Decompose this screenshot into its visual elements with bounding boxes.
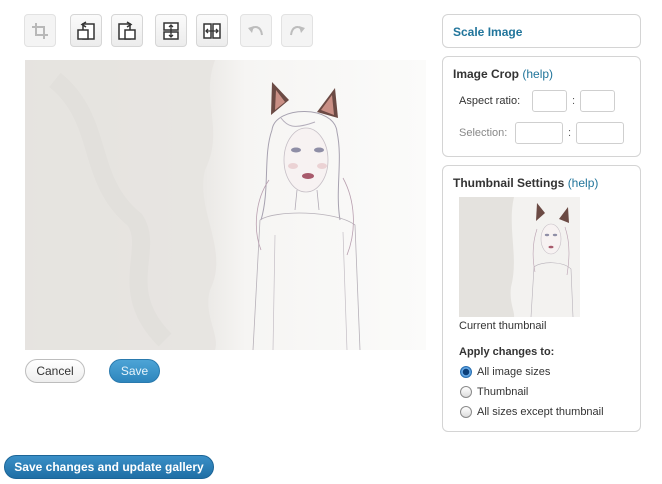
aspect-ratio-height-input[interactable] <box>580 90 615 112</box>
selection-height-input[interactable] <box>576 122 624 144</box>
selection-width-input[interactable] <box>515 122 563 144</box>
image-crop-help-link[interactable]: (help) <box>522 67 553 81</box>
apply-except-thumbnail-option[interactable]: All sizes except thumbnail <box>460 406 604 418</box>
rotate-clockwise-button[interactable] <box>111 14 143 47</box>
selection-label: Selection: <box>459 127 508 139</box>
selection-separator: : <box>568 127 572 139</box>
save-and-update-gallery-button[interactable]: Save changes and update gallery <box>4 455 214 479</box>
apply-thumbnail-label: Thumbnail <box>477 386 529 398</box>
image-crop-title: Image Crop (help) <box>453 67 553 81</box>
radio-unchecked-icon[interactable] <box>460 406 472 418</box>
thumbnail-settings-title-text: Thumbnail Settings <box>453 176 565 190</box>
thumbnail-settings-help-link[interactable]: (help) <box>568 176 599 190</box>
image-preview[interactable] <box>25 60 426 350</box>
cancel-button[interactable]: Cancel <box>25 359 85 383</box>
thumbnail-settings-title: Thumbnail Settings (help) <box>453 176 598 190</box>
crop-icon <box>32 22 48 39</box>
thumbnail-artwork <box>459 197 580 317</box>
image-crop-panel: Image Crop (help) Aspect ratio: : Select… <box>442 56 641 157</box>
image-crop-title-text: Image Crop <box>453 67 520 81</box>
current-thumbnail-caption: Current thumbnail <box>459 320 547 332</box>
flip-vertical-button[interactable] <box>155 14 187 47</box>
undo-icon <box>248 25 263 35</box>
flip-horizontal-button[interactable] <box>196 14 228 47</box>
aspect-ratio-separator: : <box>572 95 576 107</box>
apply-except-thumbnail-label: All sizes except thumbnail <box>477 406 604 418</box>
radio-checked-icon[interactable] <box>460 366 472 378</box>
current-thumbnail-image <box>459 197 580 317</box>
rotate-counterclockwise-button[interactable] <box>70 14 102 47</box>
save-button[interactable]: Save <box>109 359 160 383</box>
aspect-ratio-width-input[interactable] <box>532 90 567 112</box>
flip-horizontal-icon <box>203 22 221 39</box>
scale-image-toggle[interactable]: Scale Image <box>453 25 522 39</box>
undo-button[interactable] <box>240 14 272 47</box>
redo-button[interactable] <box>281 14 313 47</box>
apply-changes-label: Apply changes to: <box>459 346 555 358</box>
scale-image-panel[interactable]: Scale Image <box>442 14 641 48</box>
crop-button[interactable] <box>24 14 56 47</box>
flip-vertical-icon <box>163 21 179 40</box>
apply-thumbnail-option[interactable]: Thumbnail <box>460 386 528 398</box>
rotate-counterclockwise-icon <box>77 20 95 40</box>
aspect-ratio-label: Aspect ratio: <box>459 95 521 107</box>
rotate-clockwise-icon <box>118 20 136 40</box>
artwork-image <box>25 60 426 350</box>
redo-icon <box>290 25 305 35</box>
radio-unchecked-icon[interactable] <box>460 386 472 398</box>
thumbnail-settings-panel: Thumbnail Settings (help) Current thumbn… <box>442 165 641 432</box>
apply-all-sizes-label: All image sizes <box>477 366 551 378</box>
apply-all-sizes-option[interactable]: All image sizes <box>460 366 550 378</box>
